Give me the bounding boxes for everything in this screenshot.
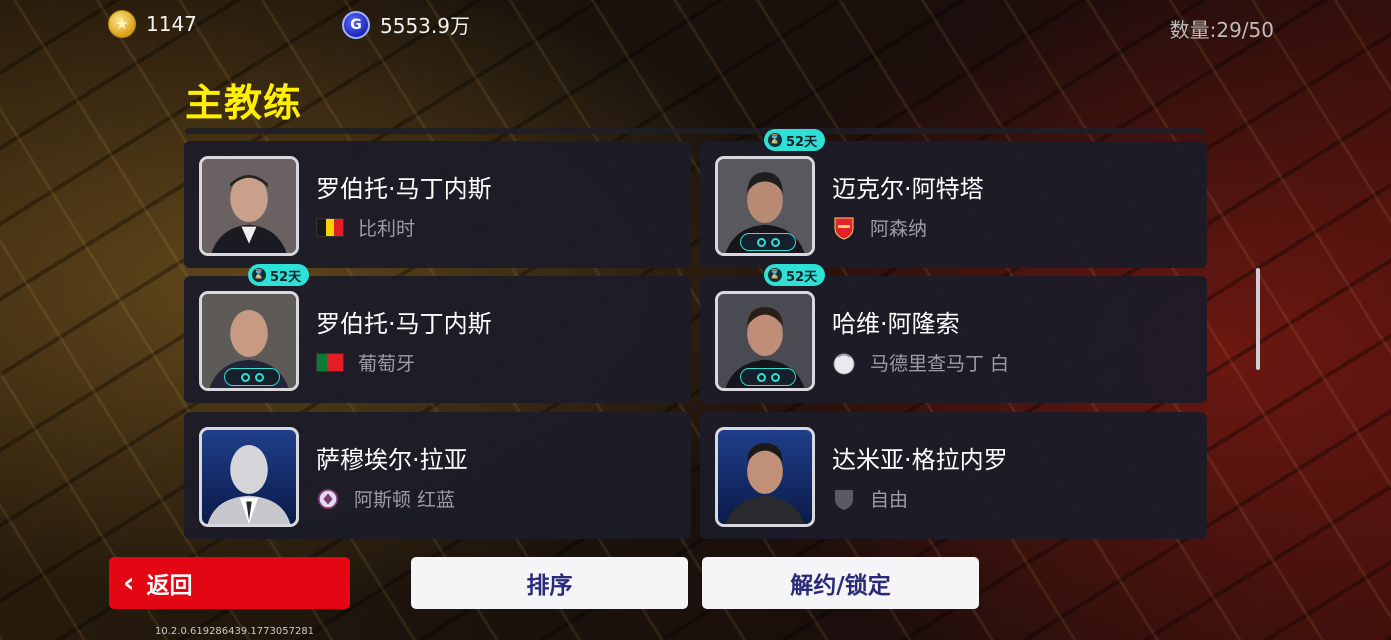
coach-name: 哈维·阿隆索	[832, 310, 960, 338]
epic-tag-icon	[740, 233, 796, 251]
epic-tag-icon	[740, 368, 796, 386]
coach-portrait	[715, 156, 815, 256]
coach-club: 自由	[832, 485, 908, 512]
portugal-flag-icon	[316, 353, 344, 372]
coach-club-label: 阿斯顿 红蓝	[354, 489, 456, 511]
scrollbar[interactable]	[1256, 268, 1260, 370]
coach-club: 阿斯顿 红蓝	[316, 485, 455, 512]
duration-label: 52天	[270, 269, 302, 285]
coach-name: 罗伯托·马丁内斯	[316, 175, 492, 203]
coach-card[interactable]: ⌛ 52天 哈维·阿隆索 马德里查马丁 白	[700, 264, 1207, 403]
free-agent-shield-icon	[832, 487, 856, 511]
madrid-chamartin-crest-icon	[832, 351, 856, 375]
coach-count: 数量:29/50	[1169, 18, 1274, 42]
duration-badge: ⌛ 52天	[764, 264, 826, 286]
back-button-label: 返回	[146, 573, 193, 599]
coach-card[interactable]: ⌛ 52天 罗伯托·马丁内斯 葡萄牙	[184, 264, 691, 403]
gp-icon: G	[342, 10, 370, 39]
top-bar: ★ 1147 G 5553.9万 数量:29/50	[0, 0, 1391, 52]
coach-club-label: 马德里查马丁 白	[870, 353, 1010, 375]
coach-club: 阿森纳	[832, 214, 927, 241]
coach-card[interactable]: ⌛ 52天 迈克尔·阿特塔 阿森纳	[700, 129, 1207, 268]
hourglass-icon: ⌛	[252, 268, 266, 282]
back-button[interactable]: ‹ 返回	[109, 557, 350, 609]
duration-label: 52天	[786, 134, 818, 150]
coach-silhouette-icon	[725, 443, 805, 524]
duration-label: 52天	[786, 269, 818, 285]
coin-icon: ★	[108, 10, 136, 38]
coach-portrait	[199, 427, 299, 527]
unlock-lock-button[interactable]: 解约/锁定	[702, 557, 979, 609]
coin-amount: 1147	[146, 12, 197, 36]
default-avatar-icon	[207, 445, 291, 524]
coach-card[interactable]: 达米亚·格拉内罗 自由	[700, 412, 1207, 539]
duration-badge: ⌛ 52天	[248, 264, 310, 286]
epic-tag-icon	[224, 368, 280, 386]
gp-amount: 5553.9万	[380, 14, 470, 38]
coach-name: 萨穆埃尔·拉亚	[316, 446, 468, 474]
coach-silhouette-icon	[202, 159, 296, 253]
coach-portrait	[199, 291, 299, 391]
coach-portrait	[715, 427, 815, 527]
coach-nation-label: 葡萄牙	[358, 353, 416, 375]
coach-nation: 比利时	[316, 214, 415, 241]
coach-card[interactable]: 罗伯托·马丁内斯 比利时	[184, 141, 691, 268]
aston-crest-icon	[316, 487, 340, 511]
coach-nation: 葡萄牙	[316, 349, 415, 376]
coach-name: 迈克尔·阿特塔	[832, 175, 984, 203]
coach-card[interactable]: 萨穆埃尔·拉亚 阿斯顿 红蓝	[184, 412, 691, 539]
sort-button[interactable]: 排序	[411, 557, 688, 609]
arsenal-crest-icon	[832, 216, 856, 240]
coin-balance: ★ 1147	[108, 10, 197, 38]
gp-balance: G 5553.9万	[342, 10, 470, 39]
version-label: 10.2.0.619286439.1773057281	[155, 626, 315, 637]
coach-portrait	[199, 156, 299, 256]
coach-nation-label: 比利时	[358, 218, 416, 240]
hourglass-icon: ⌛	[768, 133, 782, 147]
page-title: 主教练	[185, 81, 303, 125]
hourglass-icon: ⌛	[768, 268, 782, 282]
belgium-flag-icon	[316, 218, 344, 237]
chevron-left-icon: ‹	[123, 566, 135, 599]
title-divider	[185, 128, 1205, 134]
duration-badge: ⌛ 52天	[764, 129, 826, 151]
coach-portrait	[715, 291, 815, 391]
coach-club: 马德里查马丁 白	[832, 349, 1009, 376]
coach-name: 达米亚·格拉内罗	[832, 446, 1008, 474]
coach-name: 罗伯托·马丁内斯	[316, 310, 492, 338]
coach-club-label: 阿森纳	[870, 218, 928, 240]
coach-club-label: 自由	[870, 489, 909, 511]
